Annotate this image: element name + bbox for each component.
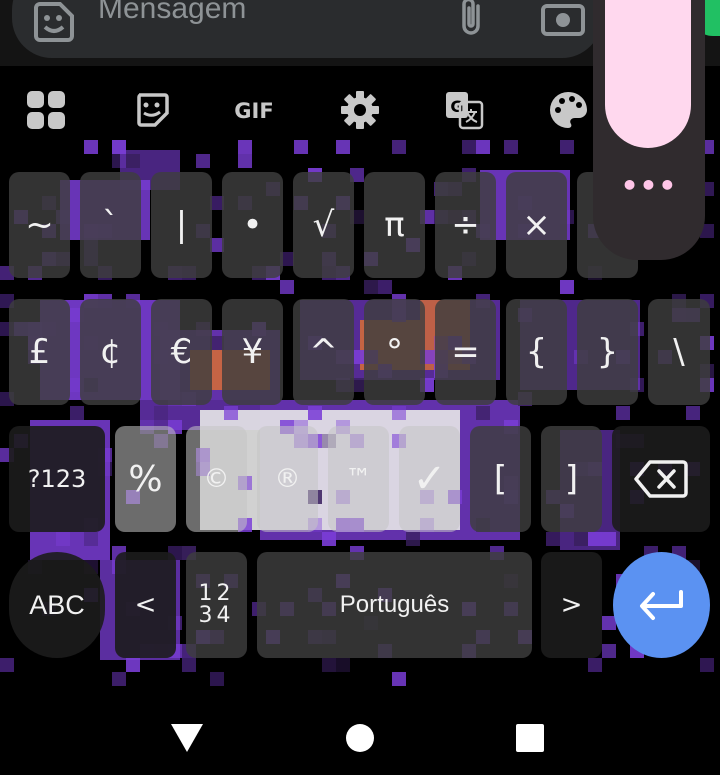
attach-clip-icon[interactable] xyxy=(452,0,492,38)
sticker-emoji-icon[interactable] xyxy=(32,0,76,44)
key-backslash[interactable]: \ xyxy=(648,299,710,405)
back-triangle-icon[interactable] xyxy=(157,708,217,768)
key-left-bracket[interactable]: [ xyxy=(470,426,531,532)
key-less-than[interactable]: < xyxy=(115,552,176,658)
key-trademark[interactable]: ™ xyxy=(328,426,389,532)
floating-panel-pill[interactable] xyxy=(605,0,691,148)
backspace-icon xyxy=(634,460,688,498)
key-pi[interactable]: π xyxy=(364,172,425,278)
backspace-key[interactable] xyxy=(612,426,710,532)
key-caret[interactable]: ^ xyxy=(293,299,354,405)
gif-button[interactable]: GIF xyxy=(224,80,284,140)
key-tilde[interactable]: ~ xyxy=(9,172,70,278)
numpad-label-bottom: 34 xyxy=(198,603,235,628)
enter-arrow-icon xyxy=(639,590,683,620)
key-equals[interactable]: = xyxy=(435,299,496,405)
keyboard-toolbar: GIF G xyxy=(0,80,620,142)
abc-toggle-key[interactable]: ABC xyxy=(9,552,105,658)
key-right-bracket[interactable]: ] xyxy=(541,426,602,532)
home-circle-icon[interactable] xyxy=(330,708,390,768)
svg-text:G: G xyxy=(450,97,463,116)
floating-clipboard-panel[interactable]: ••• xyxy=(593,0,705,260)
key-right-brace[interactable]: } xyxy=(577,299,638,405)
key-backtick[interactable]: ` xyxy=(80,172,141,278)
key-cent[interactable]: ¢ xyxy=(80,299,141,405)
key-copyright[interactable]: © xyxy=(186,426,247,532)
key-euro[interactable]: € xyxy=(151,299,212,405)
more-options-icon[interactable]: ••• xyxy=(593,172,705,200)
palette-icon[interactable] xyxy=(538,80,598,140)
camera-icon[interactable] xyxy=(540,0,586,38)
key-multiply[interactable]: × xyxy=(506,172,567,278)
space-bar[interactable]: Português xyxy=(257,552,532,658)
settings-icon[interactable] xyxy=(330,80,390,140)
recents-square-icon[interactable] xyxy=(500,708,560,768)
key-left-brace[interactable]: { xyxy=(506,299,567,405)
key-bullet[interactable]: • xyxy=(222,172,283,278)
numpad-toggle-key[interactable]: 12 34 xyxy=(186,552,247,658)
enter-key[interactable] xyxy=(613,552,710,658)
key-degree[interactable]: ° xyxy=(364,299,425,405)
system-navigation-bar xyxy=(0,690,720,775)
key-percent[interactable]: % xyxy=(115,426,176,532)
key-checkmark[interactable]: ✓ xyxy=(399,426,460,532)
key-sqrt[interactable]: √ xyxy=(293,172,354,278)
key-greater-than[interactable]: > xyxy=(541,552,602,658)
translate-icon[interactable]: G xyxy=(434,80,494,140)
symbols-toggle-key[interactable]: ?123 xyxy=(9,426,105,532)
message-input-field[interactable]: Mensagem xyxy=(12,0,602,58)
sticker-icon[interactable] xyxy=(122,80,182,140)
gif-label: GIF xyxy=(234,99,273,122)
key-divide[interactable]: ÷ xyxy=(435,172,496,278)
key-pipe[interactable]: | xyxy=(151,172,212,278)
apps-grid-icon[interactable] xyxy=(16,80,76,140)
key-yen[interactable]: ¥ xyxy=(222,299,283,405)
key-registered[interactable]: ® xyxy=(257,426,318,532)
key-pound[interactable]: £ xyxy=(9,299,70,405)
numpad-label-top: 12 xyxy=(198,581,235,606)
message-input-placeholder: Mensagem xyxy=(98,0,247,25)
